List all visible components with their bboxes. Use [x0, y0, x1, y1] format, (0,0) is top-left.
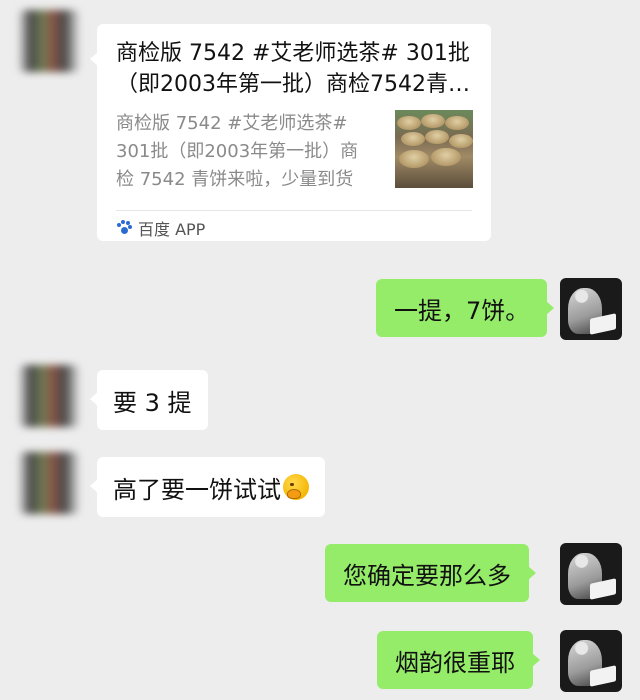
incoming-message-bubble[interactable]: 要 3 提 [90, 370, 208, 430]
contact-avatar[interactable] [18, 365, 80, 427]
user-avatar[interactable] [560, 630, 622, 692]
message-text: 一提，7饼。 [394, 296, 530, 325]
message-text: 烟韵很重耶 [395, 648, 515, 677]
message-text: 您确定要那么多 [343, 561, 511, 590]
link-card-message[interactable]: 商检版 7542 #艾老师选茶# 301批（即2003年第一批）商检7542青饼… [90, 24, 491, 241]
incoming-message-bubble[interactable]: 高了要一饼试试 [90, 457, 325, 517]
thinking-face-icon [283, 474, 309, 500]
outgoing-message-bubble[interactable]: 您确定要那么多 [325, 544, 536, 602]
message-text: 要 3 提 [113, 388, 192, 417]
link-card-source-label: 百度 APP [138, 220, 206, 239]
outgoing-message-bubble[interactable]: 一提，7饼。 [376, 279, 555, 337]
message-text: 高了要一饼试试 [113, 475, 281, 504]
link-card-title: 商检版 7542 #艾老师选茶# 301批（即2003年第一批）商检7542青饼… [116, 41, 470, 97]
link-card-divider [116, 210, 472, 211]
link-card-source: 百度 APP [116, 216, 205, 240]
contact-avatar[interactable] [18, 452, 80, 514]
link-card-thumbnail [395, 110, 473, 188]
contact-avatar[interactable] [18, 10, 80, 72]
user-avatar[interactable] [560, 543, 622, 605]
user-avatar[interactable] [560, 278, 622, 340]
baidu-paw-icon [116, 220, 132, 236]
link-card-description: 商检版 7542 #艾老师选茶# 301批（即2003年第一批）商检 7542 … [116, 113, 359, 190]
outgoing-message-bubble[interactable]: 烟韵很重耶 [377, 631, 540, 689]
